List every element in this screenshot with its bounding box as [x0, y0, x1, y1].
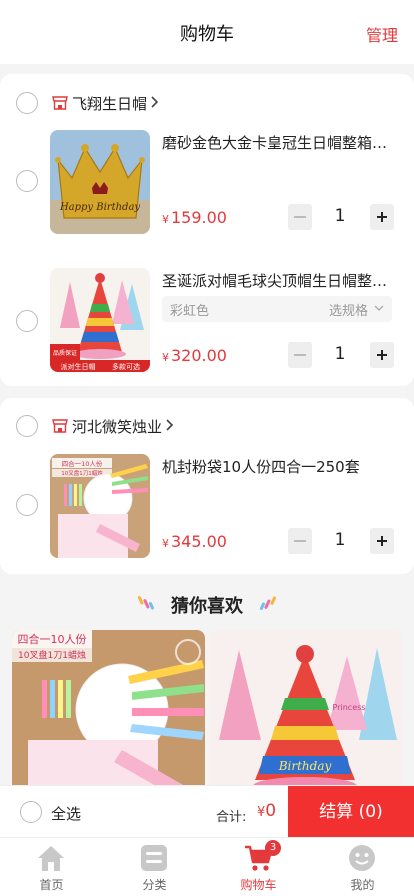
cart-item: 品质保证 派对生日帽 多款可选 圣诞派对帽毛球尖顶帽生日帽整箱批发 彩虹色 选规…	[0, 268, 414, 372]
hat-badge-right: 多款可选	[112, 362, 140, 371]
bottom-tab-bar: 首页 分类 3 购物车 我的	[0, 837, 414, 896]
quantity-value[interactable]: 1	[312, 206, 368, 226]
total-value: 0	[265, 801, 277, 821]
increase-button[interactable]	[370, 204, 394, 230]
rec-hat-small-label: Princess	[333, 703, 366, 712]
party-set-product-image: 四合一10人份 10叉盘1刀1蜡烛	[50, 454, 150, 558]
crown-print-text: Happy Birthday	[59, 202, 140, 213]
tab-profile[interactable]: 我的	[311, 838, 414, 896]
rec-label-2: 10叉盘1刀1蜡烛	[18, 649, 86, 661]
price-value: 345.00	[171, 532, 227, 551]
shop-header[interactable]: 河北微笑烛业	[0, 398, 414, 450]
shop-name[interactable]: 河北微笑烛业	[72, 416, 162, 437]
item-select-radio[interactable]	[16, 310, 38, 332]
increase-button[interactable]	[370, 528, 394, 554]
shop-name[interactable]: 飞翔生日帽	[72, 93, 147, 114]
total-label: 合计:	[216, 810, 247, 825]
item-title[interactable]: 磨砂金色大金卡皇冠生日帽整箱批发	[162, 132, 392, 153]
quantity-stepper: 1	[288, 342, 394, 368]
tab-label: 分类	[142, 878, 167, 892]
set-label-2: 10叉盘1刀1蜡烛	[61, 469, 103, 477]
currency-symbol: ¥	[162, 351, 169, 364]
tab-label: 首页	[39, 878, 64, 892]
chevron-right-icon	[166, 419, 174, 431]
checkout-button[interactable]: 结算 (0)	[288, 786, 414, 838]
shop-select-radio[interactable]	[16, 415, 38, 437]
total-amount: ¥0	[257, 801, 276, 821]
shop-select-radio[interactable]	[16, 92, 38, 114]
crown-product-image: Happy Birthday	[50, 130, 150, 234]
decrease-button[interactable]	[288, 342, 312, 368]
shop-card: 飞翔生日帽 Happy Birthday 磨砂金色大金卡皇冠生日帽整箱批发 ¥1…	[0, 74, 414, 386]
currency-symbol: ¥	[162, 537, 169, 550]
spec-choose-label: 选规格	[328, 304, 368, 319]
item-title[interactable]: 圣诞派对帽毛球尖顶帽生日帽整箱批发	[162, 270, 392, 291]
product-image[interactable]: Happy Birthday	[50, 130, 150, 234]
tab-label: 我的	[350, 878, 375, 892]
item-select-radio[interactable]	[16, 170, 38, 192]
item-select-radio[interactable]	[16, 494, 38, 516]
select-all-label[interactable]: 全选	[51, 803, 81, 824]
tab-label: 购物车	[240, 878, 277, 892]
quantity-value[interactable]: 1	[312, 530, 368, 550]
increase-button[interactable]	[370, 342, 394, 368]
top-bar: 购物车 管理	[0, 0, 414, 64]
quantity-value[interactable]: 1	[312, 344, 368, 364]
spec-value: 彩虹色	[170, 304, 210, 319]
recommend-party-set-image: 四合一10人份 10叉盘1刀1蜡烛	[12, 630, 205, 810]
rec-hat-label: Birthday	[278, 759, 332, 773]
price-value: 320.00	[171, 346, 227, 365]
tab-home[interactable]: 首页	[0, 838, 103, 896]
chevron-down-icon	[374, 305, 384, 311]
hat-badge-left: 派对生日帽	[61, 362, 96, 371]
currency-symbol: ¥	[162, 213, 169, 226]
page-title: 购物车	[180, 24, 234, 45]
recommend-party-hat-image: Princess Birthday	[209, 630, 402, 810]
decrease-button[interactable]	[288, 204, 312, 230]
sparkle-right-icon	[259, 596, 277, 610]
store-icon	[52, 419, 68, 433]
hat-badge-top: 品质保证	[53, 349, 77, 357]
tab-category[interactable]: 分类	[103, 838, 206, 896]
profile-icon	[349, 845, 375, 871]
recommend-card[interactable]: 四合一10人份 10叉盘1刀1蜡烛	[12, 630, 205, 810]
spec-selector[interactable]: 彩虹色 选规格	[162, 296, 392, 322]
item-title[interactable]: 机封粉袋10人份四合一250套	[162, 456, 392, 477]
cart-item: Happy Birthday 磨砂金色大金卡皇冠生日帽整箱批发 ¥159.00 …	[0, 130, 414, 234]
product-image[interactable]: 品质保证 派对生日帽 多款可选	[50, 268, 150, 372]
recommend-card[interactable]: Princess Birthday	[209, 630, 402, 810]
manage-button[interactable]: 管理	[366, 22, 398, 46]
store-icon	[52, 96, 68, 110]
shop-header[interactable]: 飞翔生日帽	[0, 74, 414, 126]
recommend-title: 猜你喜欢	[171, 596, 243, 617]
item-price: ¥159.00	[162, 208, 227, 227]
category-icon	[141, 845, 167, 871]
quantity-stepper: 1	[288, 528, 394, 554]
cart-count-badge: 3	[265, 840, 281, 856]
select-all-radio[interactable]	[20, 801, 42, 823]
checkout-bar: 全选 合计: ¥0 结算 (0)	[0, 785, 414, 838]
recommend-heading: 猜你喜欢	[0, 586, 414, 620]
decrease-button[interactable]	[288, 528, 312, 554]
price-value: 159.00	[171, 208, 227, 227]
shop-card: 河北微笑烛业 四合一10人份 10叉盘1刀1蜡烛 机封粉袋10人份四合一250套…	[0, 398, 414, 574]
rec-label-1: 四合一10人份	[18, 632, 87, 646]
cart-item: 四合一10人份 10叉盘1刀1蜡烛 机封粉袋10人份四合一250套 ¥345.0…	[0, 454, 414, 558]
item-price: ¥345.00	[162, 532, 227, 551]
tab-cart[interactable]: 3 购物车	[207, 838, 310, 896]
set-label-1: 四合一10人份	[62, 459, 103, 468]
product-image[interactable]: 四合一10人份 10叉盘1刀1蜡烛	[50, 454, 150, 558]
home-icon	[38, 846, 64, 871]
quantity-stepper: 1	[288, 204, 394, 230]
party-hat-product-image: 品质保证 派对生日帽 多款可选	[50, 268, 150, 372]
item-price: ¥320.00	[162, 346, 227, 365]
chevron-right-icon	[151, 96, 159, 108]
